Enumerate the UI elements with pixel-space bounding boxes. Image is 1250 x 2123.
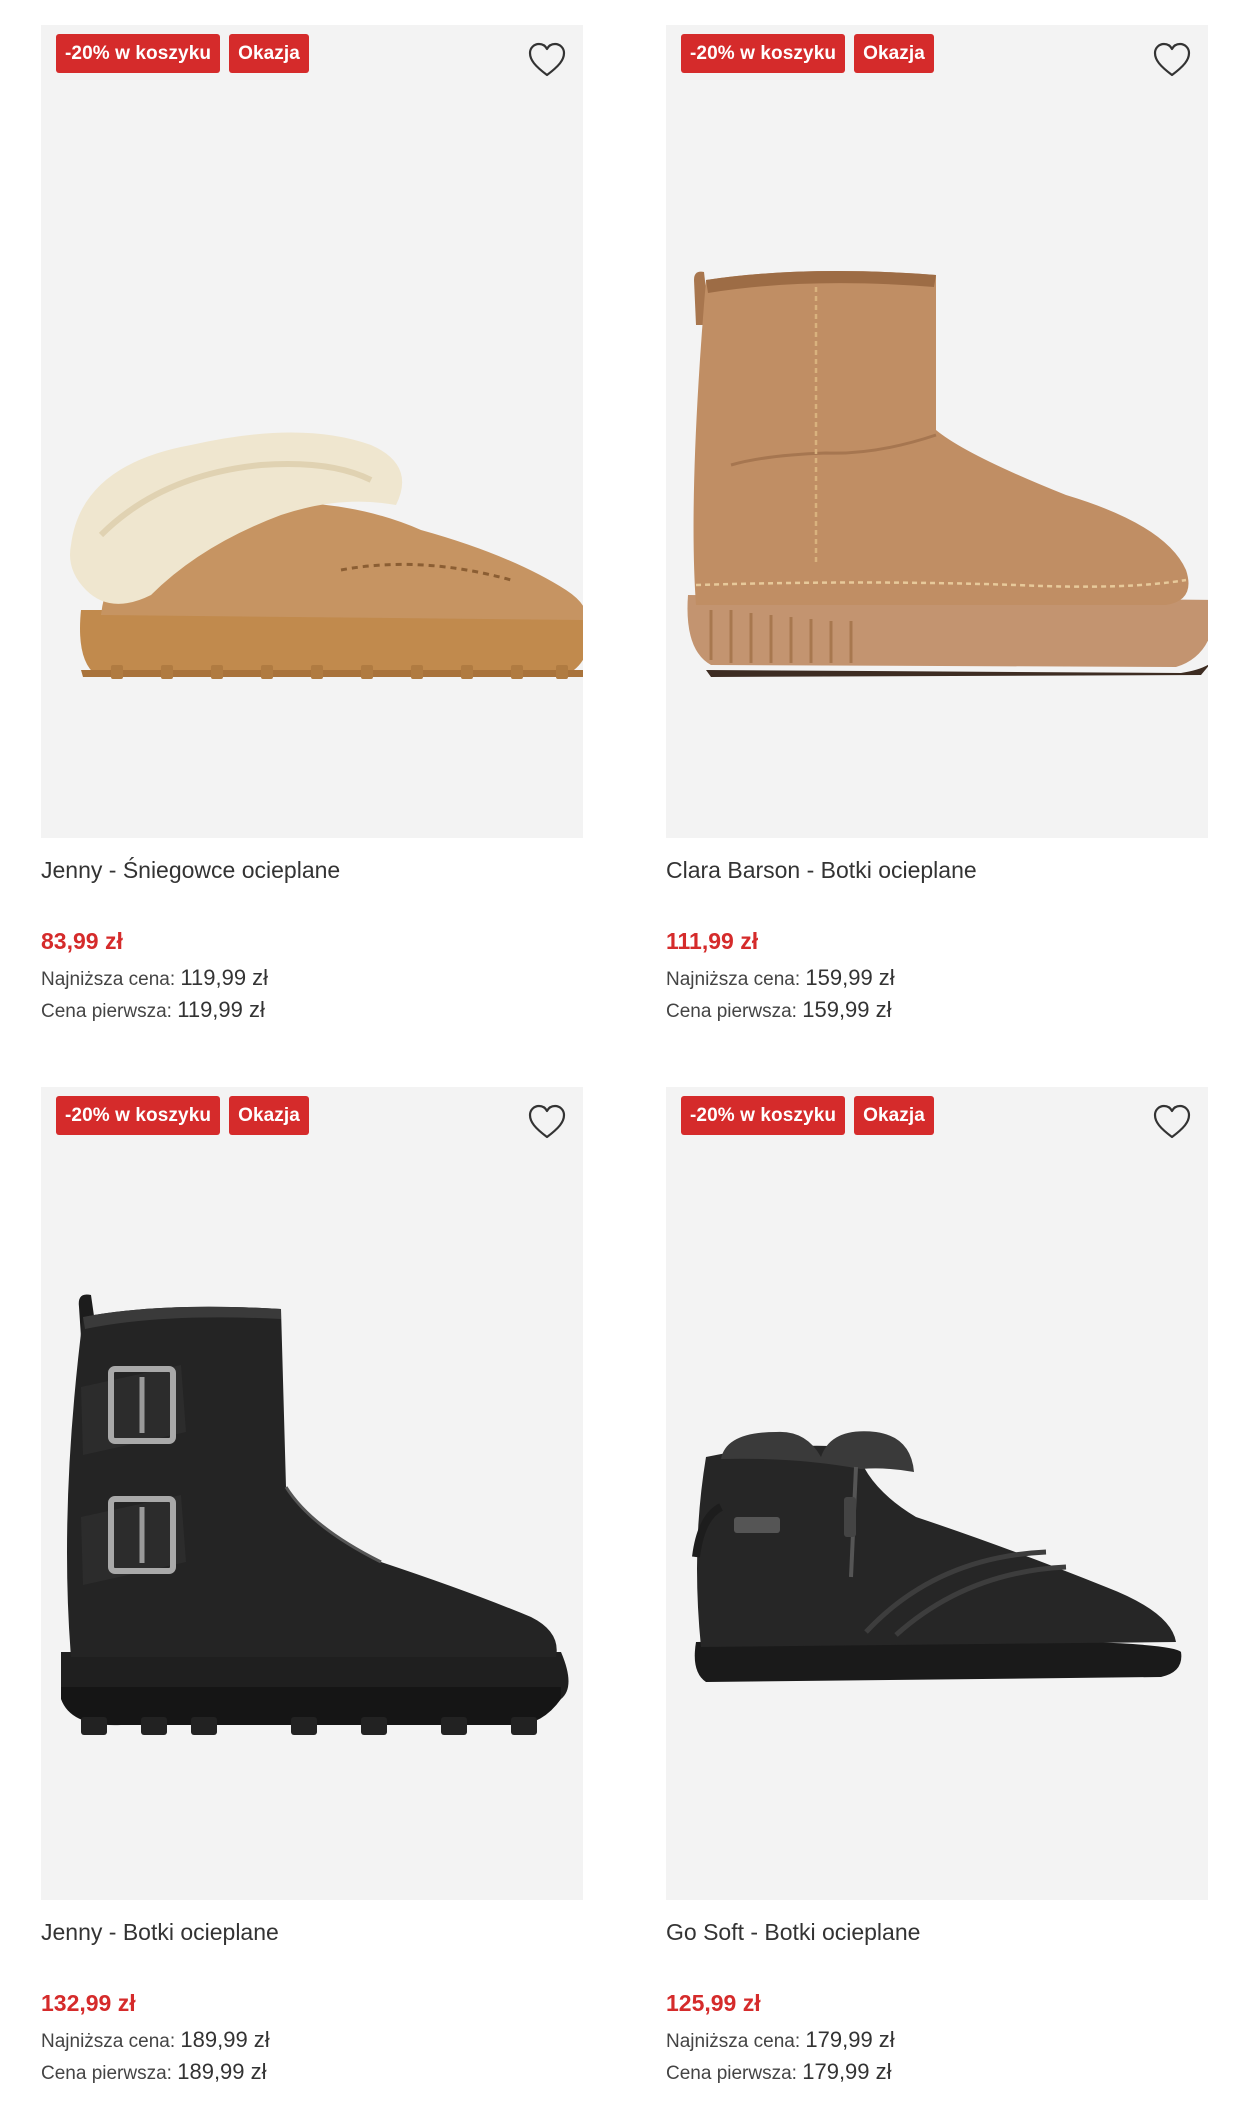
wishlist-heart-icon[interactable]	[1152, 41, 1192, 79]
deal-badge: Okazja	[229, 1096, 309, 1135]
lowest-price-value: 159,99 zł	[805, 965, 895, 990]
deal-badge: Okazja	[229, 34, 309, 73]
product-image-area[interactable]: -20% w koszyku Okazja	[666, 1087, 1208, 1900]
discount-badge: -20% w koszyku	[56, 1096, 221, 1135]
first-price-row: Cena pierwsza: 159,99 zł	[666, 995, 1208, 1027]
lowest-price-label: Najniższa cena:	[666, 969, 801, 990]
first-price-row: Cena pierwsza: 119,99 zł	[41, 995, 583, 1027]
badge-group: -20% w koszyku Okazja	[56, 1096, 309, 1135]
first-price-value: 179,99 zł	[802, 2059, 892, 2084]
wishlist-heart-icon[interactable]	[527, 41, 567, 79]
badge-group: -20% w koszyku Okazja	[56, 34, 309, 73]
product-image-area[interactable]: -20% w koszyku Okazja	[666, 25, 1208, 838]
wishlist-heart-icon[interactable]	[1152, 1103, 1192, 1141]
suede-boot-image	[687, 271, 1208, 677]
discount-badge: -20% w koszyku	[681, 1096, 846, 1135]
product-price: 83,99 zł	[41, 928, 123, 954]
first-price-value: 189,99 zł	[177, 2059, 267, 2084]
first-price-label: Cena pierwsza:	[666, 1001, 797, 1022]
product-card[interactable]: -20% w koszyku Okazja Clara Barson - Bot…	[666, 25, 1208, 1027]
lowest-price-value: 189,99 zł	[180, 2027, 270, 2052]
product-price: 125,99 zł	[666, 1990, 761, 2016]
first-price-row: Cena pierwsza: 179,99 zł	[666, 2057, 1208, 2089]
product-title[interactable]: Clara Barson - Botki ocieplane	[666, 855, 1208, 885]
lowest-price-value: 179,99 zł	[805, 2027, 895, 2052]
product-price: 111,99 zł	[666, 928, 759, 954]
product-card[interactable]: -20% w koszyku Okazja Jenny - Botki ocie…	[41, 1087, 583, 2089]
discount-badge: -20% w koszyku	[56, 34, 221, 73]
product-card[interactable]: -20% w koszyku Okazja Jenny - Śniegowce …	[41, 25, 583, 1027]
lowest-price-label: Najniższa cena:	[41, 2031, 176, 2052]
deal-badge: Okazja	[854, 34, 934, 73]
platform-slipper-image	[70, 432, 583, 679]
product-price: 132,99 zł	[41, 1990, 136, 2016]
discount-badge: -20% w koszyku	[681, 34, 846, 73]
product-image-area[interactable]: -20% w koszyku Okazja	[41, 25, 583, 838]
first-price-value: 119,99 zł	[177, 997, 265, 1022]
first-price-label: Cena pierwsza:	[41, 1001, 172, 1022]
lowest-price-row: Najniższa cena: 189,99 zł	[41, 2025, 583, 2057]
buckle-boot-image	[61, 1294, 569, 1735]
product-title[interactable]: Go Soft - Botki ocieplane	[666, 1917, 1208, 1947]
lowest-price-row: Najniższa cena: 119,99 zł	[41, 963, 583, 995]
badge-group: -20% w koszyku Okazja	[681, 1096, 934, 1135]
lowest-price-row: Najniższa cena: 159,99 zł	[666, 963, 1208, 995]
first-price-row: Cena pierwsza: 189,99 zł	[41, 2057, 583, 2089]
product-title[interactable]: Jenny - Botki ocieplane	[41, 1917, 583, 1947]
first-price-label: Cena pierwsza:	[41, 2063, 172, 2084]
product-image-area[interactable]: -20% w koszyku Okazja	[41, 1087, 583, 1900]
first-price-label: Cena pierwsza:	[666, 2063, 797, 2084]
ankle-boot-image	[692, 1431, 1182, 1682]
lowest-price-value: 119,99 zł	[180, 965, 269, 990]
lowest-price-label: Najniższa cena:	[666, 2031, 801, 2052]
product-title[interactable]: Jenny - Śniegowce ocieplane	[41, 855, 583, 885]
lowest-price-label: Najniższa cena:	[41, 969, 176, 990]
deal-badge: Okazja	[854, 1096, 934, 1135]
wishlist-heart-icon[interactable]	[527, 1103, 567, 1141]
lowest-price-row: Najniższa cena: 179,99 zł	[666, 2025, 1208, 2057]
product-card[interactable]: -20% w koszyku Okazja Go Soft - Botki oc…	[666, 1087, 1208, 2089]
first-price-value: 159,99 zł	[802, 997, 892, 1022]
badge-group: -20% w koszyku Okazja	[681, 34, 934, 73]
